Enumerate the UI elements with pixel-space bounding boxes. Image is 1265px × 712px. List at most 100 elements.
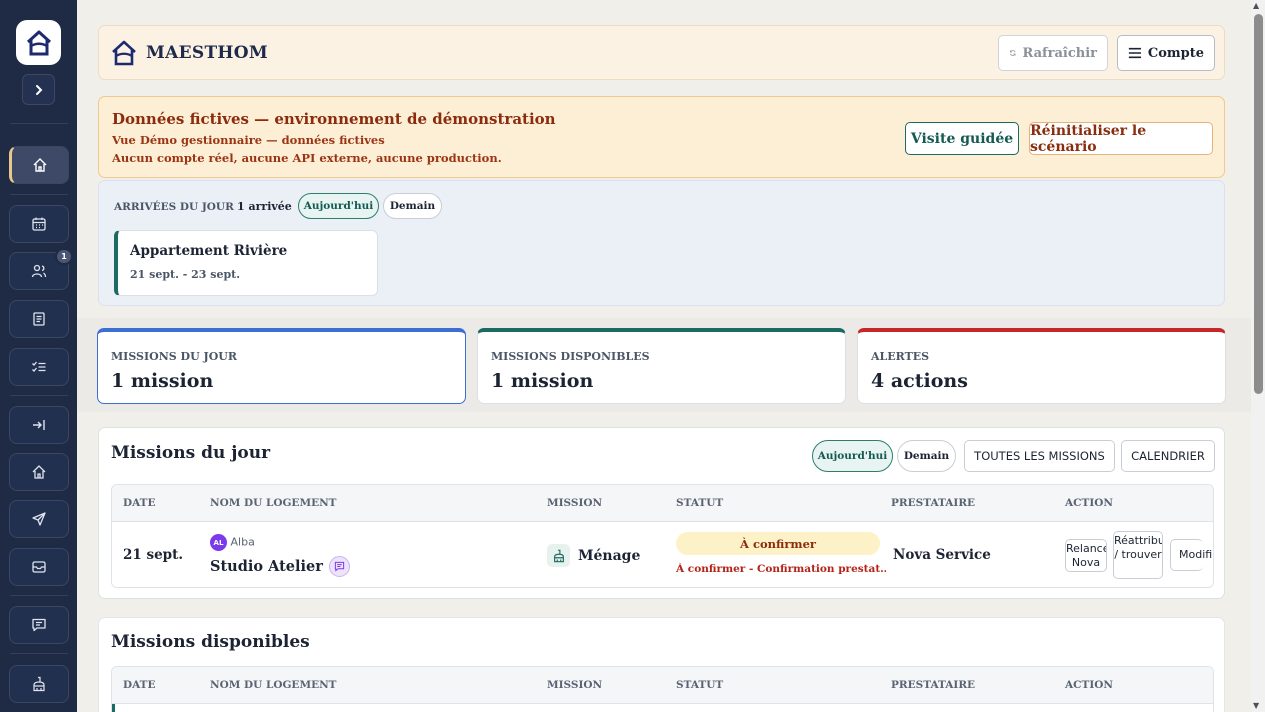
column-header[interactable]: STATUT	[676, 679, 723, 691]
chevron-right-icon	[35, 84, 42, 95]
reassign-button[interactable]: Réattribuer / trouver	[1113, 531, 1163, 579]
stat-alerts[interactable]: ALERTES 4 actions	[857, 328, 1226, 404]
cleaning-icon	[547, 544, 570, 567]
column-header[interactable]: PRESTATAIRE	[891, 679, 975, 691]
missions-today-filter[interactable]: Aujourd'hui	[812, 440, 893, 472]
nav-messages[interactable]	[9, 606, 69, 644]
home-icon	[33, 158, 47, 172]
account-button[interactable]: Compte	[1117, 35, 1215, 71]
column-header[interactable]: NOM DU LOGEMENT	[210, 497, 336, 509]
inbox-icon	[32, 561, 46, 573]
arrival-item[interactable]: Appartement Rivière 21 sept. - 23 sept.	[114, 230, 378, 296]
arrivals-panel: ARRIVÉES DU JOUR 1 arrivée Aujourd'hui D…	[98, 180, 1225, 306]
page-scrollbar[interactable]: ▲ ▼	[1251, 0, 1265, 712]
nav-calendar[interactable]	[9, 205, 69, 243]
calendar-button[interactable]: CALENDRIER	[1121, 440, 1215, 472]
app-header: MAESTHOM Rafraîchir Compte	[98, 25, 1225, 80]
column-header[interactable]: DATE	[123, 679, 156, 691]
menu-icon	[1128, 47, 1141, 59]
column-header[interactable]: STATUT	[676, 497, 723, 509]
refresh-button[interactable]: Rafraîchir	[998, 35, 1108, 71]
house-icon	[32, 465, 46, 479]
status-detail: À confirmer - Confirmation prestat…	[676, 563, 886, 575]
arrivals-today-filter[interactable]: Aujourd'hui	[298, 193, 379, 219]
provider-name: Nova Service	[893, 547, 991, 563]
scroll-up-icon[interactable]: ▲	[1253, 1, 1259, 10]
missions-tomorrow-filter[interactable]: Demain	[897, 440, 956, 472]
remind-provider-button[interactable]: Relancer Nova	[1065, 539, 1107, 572]
demo-banner: Données fictives — environnement de démo…	[98, 96, 1225, 178]
row-accent	[112, 704, 115, 712]
section-title: Missions disponibles	[111, 632, 310, 652]
reset-scenario-button[interactable]: Réinitialiser le scénario	[1029, 122, 1213, 155]
arrival-property: Appartement Rivière	[130, 243, 288, 259]
stat-label: ALERTES	[871, 350, 930, 363]
stat-label: MISSIONS DU JOUR	[111, 350, 238, 363]
arrivals-count: 1 arrivée	[237, 200, 292, 213]
arrivals-tomorrow-filter[interactable]: Demain	[383, 193, 442, 219]
nav-home[interactable]	[9, 146, 69, 184]
column-header[interactable]: MISSION	[547, 679, 602, 691]
section-title: Missions du jour	[111, 443, 271, 463]
users-icon	[31, 264, 47, 278]
cleaning-icon	[33, 676, 45, 692]
divider	[10, 123, 68, 124]
column-header[interactable]: PRESTATAIRE	[891, 497, 975, 509]
stat-value: 1 mission	[491, 370, 594, 392]
guided-tour-button[interactable]: Visite guidée	[905, 122, 1019, 155]
table-row[interactable]: 21 sept. AL Alba Studio Atelier Ménage À…	[112, 522, 1213, 587]
divider	[10, 653, 68, 654]
brand-name: MAESTHOM	[146, 43, 268, 63]
edit-button[interactable]: Modifier	[1170, 539, 1213, 571]
house-logo-icon	[26, 30, 51, 55]
column-header[interactable]: DATE	[123, 497, 156, 509]
demo-line-2: Aucun compte réel, aucune API externe, a…	[112, 151, 502, 165]
nav-documents[interactable]	[9, 300, 69, 338]
sidebar: 1	[0, 0, 77, 712]
calendar-icon	[32, 217, 46, 231]
table-header: DATE NOM DU LOGEMENT MISSION STATUT PRES…	[112, 667, 1213, 704]
nav-checkin[interactable]	[9, 406, 69, 444]
nav-send[interactable]	[9, 500, 69, 538]
checklist-icon	[32, 361, 46, 372]
nav-checklist[interactable]	[9, 348, 69, 386]
document-icon	[33, 312, 45, 326]
stat-missions-today[interactable]: MISSIONS DU JOUR 1 mission	[97, 328, 466, 404]
login-arrow-icon	[33, 420, 45, 430]
column-header[interactable]: ACTION	[1065, 497, 1113, 509]
divider	[10, 595, 68, 596]
mission-type-cell: Ménage	[547, 544, 640, 567]
notification-badge: 1	[55, 248, 73, 265]
expand-sidebar-button[interactable]	[22, 74, 55, 105]
owner-name: Alba	[230, 535, 255, 549]
available-missions-table: DATE NOM DU LOGEMENT MISSION STATUT PRES…	[111, 666, 1214, 712]
mission-date: 21 sept.	[123, 547, 184, 563]
note-icon[interactable]	[328, 556, 350, 577]
scroll-down-icon[interactable]: ▼	[1253, 701, 1259, 710]
avatar: AL	[210, 534, 227, 551]
arrival-dates: 21 sept. - 23 sept.	[130, 268, 241, 281]
demo-title: Données fictives — environnement de démo…	[112, 110, 556, 128]
refresh-icon	[1010, 50, 1016, 56]
missions-today-panel: Missions du jour Aujourd'hui Demain TOUT…	[98, 427, 1225, 599]
all-missions-button[interactable]: TOUTES LES MISSIONS	[964, 440, 1115, 472]
column-header[interactable]: NOM DU LOGEMENT	[210, 679, 336, 691]
nav-properties[interactable]	[9, 453, 69, 491]
app-logo[interactable]	[16, 20, 61, 65]
stat-value: 1 mission	[111, 370, 214, 392]
brand[interactable]: MAESTHOM	[111, 39, 268, 67]
arrivals-label: ARRIVÉES DU JOUR	[114, 201, 234, 213]
stat-label: MISSIONS DISPONIBLES	[491, 350, 650, 363]
property-cell[interactable]: Studio Atelier	[210, 556, 350, 577]
nav-inbox[interactable]	[9, 548, 69, 586]
column-header[interactable]: ACTION	[1065, 679, 1113, 691]
send-icon	[32, 512, 46, 526]
column-header[interactable]: MISSION	[547, 497, 602, 509]
stat-missions-available[interactable]: MISSIONS DISPONIBLES 1 mission	[477, 328, 846, 404]
nav-cleaning[interactable]	[9, 665, 69, 703]
scroll-thumb[interactable]	[1254, 14, 1263, 394]
missions-table: DATE NOM DU LOGEMENT MISSION STATUT PRES…	[111, 484, 1214, 588]
divider	[10, 395, 68, 396]
house-logo-icon	[112, 40, 136, 66]
account-label: Compte	[1147, 45, 1204, 61]
